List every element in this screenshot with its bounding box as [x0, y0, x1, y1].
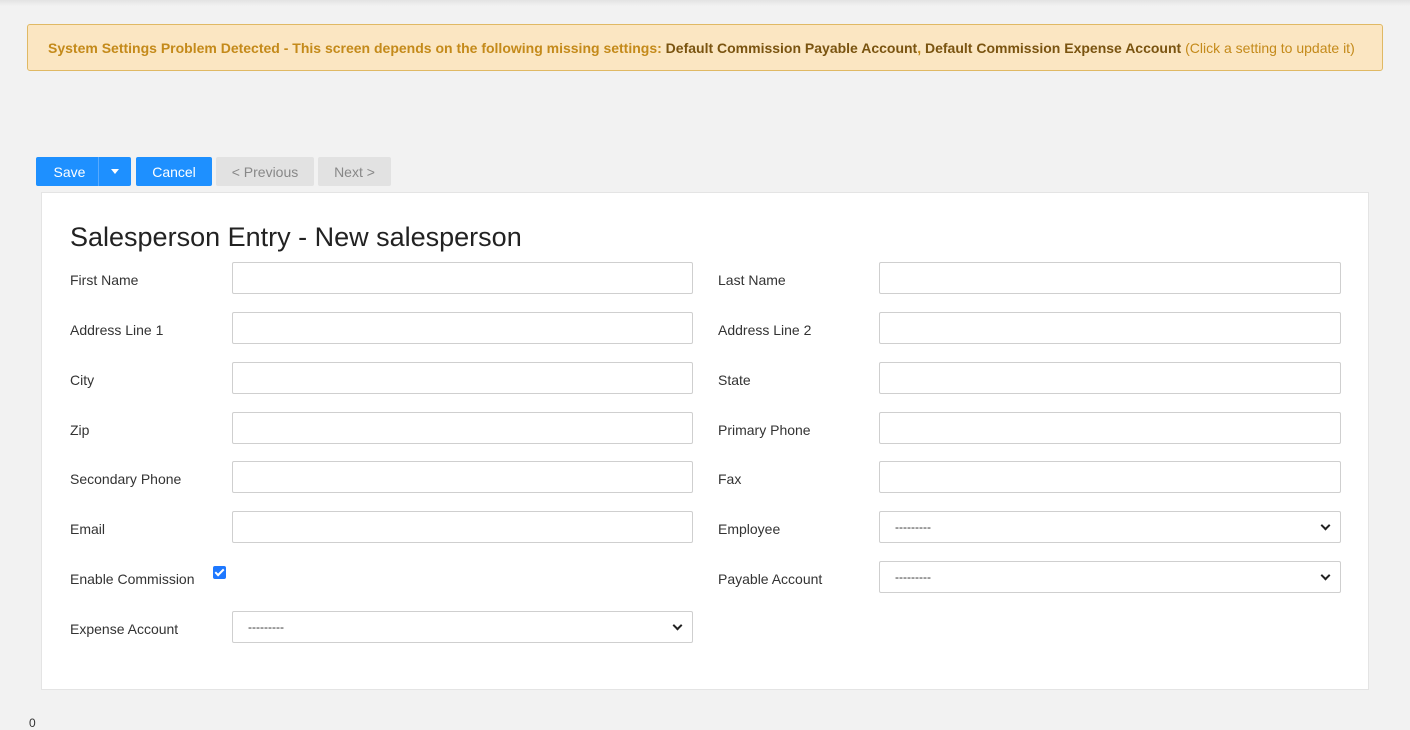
- secondary-phone-input[interactable]: [232, 461, 693, 493]
- footer-text: 0: [29, 716, 36, 730]
- primary-phone-input[interactable]: [879, 412, 1341, 444]
- state-label: State: [718, 372, 751, 388]
- city-label: City: [70, 372, 95, 388]
- city-input[interactable]: [232, 362, 693, 394]
- state-input[interactable]: [879, 362, 1341, 394]
- expense-account-select[interactable]: ---------: [232, 611, 693, 643]
- address-line-1-input[interactable]: [232, 312, 693, 344]
- primary-phone-label: Primary Phone: [718, 422, 811, 438]
- cancel-button[interactable]: Cancel: [136, 157, 212, 186]
- fax-input[interactable]: [879, 461, 1341, 493]
- save-button-group: Save: [36, 157, 131, 186]
- email-input[interactable]: [232, 511, 693, 543]
- email-label: Email: [70, 521, 106, 537]
- chevron-down-icon: [672, 620, 683, 630]
- alert-message: System Settings Problem Detected - This …: [48, 39, 662, 56]
- salesperson-form-panel: Salesperson Entry - New salesperson Firs…: [41, 192, 1369, 690]
- payable-account-selected-value: ---------: [895, 570, 931, 584]
- fax-label: Fax: [718, 471, 742, 487]
- top-shadow: [0, 0, 1410, 6]
- page-title: Salesperson Entry - New salesperson: [70, 222, 522, 252]
- expense-account-label: Expense Account: [70, 621, 179, 637]
- payable-account-select[interactable]: ---------: [879, 561, 1341, 593]
- address-line-1-label: Address Line 1: [70, 322, 164, 338]
- zip-label: Zip: [70, 422, 90, 438]
- first-name-label: First Name: [70, 272, 139, 288]
- previous-button[interactable]: < Previous: [216, 157, 314, 186]
- alert-link-expense-account[interactable]: Default Commission Expense Account: [925, 40, 1181, 56]
- caret-down-icon: [111, 169, 119, 174]
- toolbar: Save Cancel < Previous Next >: [36, 157, 391, 186]
- expense-account-selected-value: ---------: [248, 620, 284, 634]
- zip-input[interactable]: [232, 412, 693, 444]
- enable-commission-label: Enable Commission: [70, 571, 195, 587]
- first-name-input[interactable]: [232, 262, 693, 294]
- employee-select[interactable]: ---------: [879, 511, 1341, 543]
- last-name-label: Last Name: [718, 272, 786, 288]
- employee-label: Employee: [718, 521, 781, 537]
- chevron-down-icon: [1320, 570, 1331, 580]
- enable-commission-checkbox[interactable]: [213, 566, 226, 579]
- alert-separator: ,: [917, 39, 922, 56]
- address-line-2-label: Address Line 2: [718, 322, 812, 338]
- save-dropdown-toggle[interactable]: [98, 157, 131, 186]
- employee-selected-value: ---------: [895, 520, 931, 534]
- settings-alert: System Settings Problem Detected - This …: [27, 24, 1383, 71]
- alert-hint: (Click a setting to update it): [1185, 39, 1355, 56]
- payable-account-label: Payable Account: [718, 571, 823, 587]
- last-name-input[interactable]: [879, 262, 1341, 294]
- save-button[interactable]: Save: [36, 157, 98, 186]
- chevron-down-icon: [1320, 520, 1331, 530]
- alert-link-payable-account[interactable]: Default Commission Payable Account: [666, 40, 918, 56]
- next-button[interactable]: Next >: [318, 157, 391, 186]
- secondary-phone-label: Secondary Phone: [70, 471, 182, 487]
- address-line-2-input[interactable]: [879, 312, 1341, 344]
